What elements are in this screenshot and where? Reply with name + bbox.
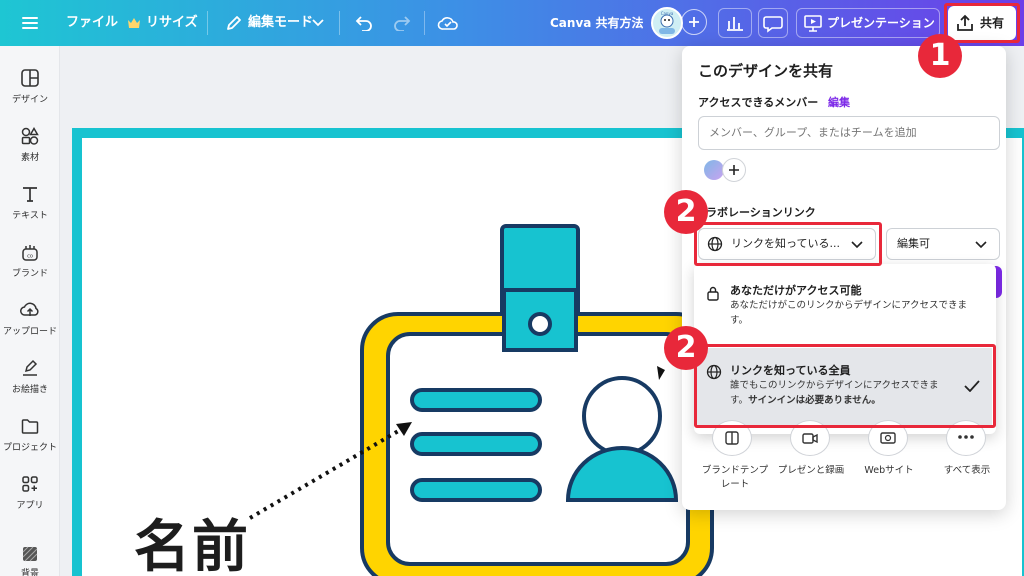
plus-icon (689, 17, 699, 27)
invite-member-input[interactable] (698, 116, 1000, 150)
file-menu[interactable]: ファイル (66, 0, 118, 46)
sidebar-item-label: 背景 (20, 569, 39, 576)
sidebar-item-apps[interactable]: アプリ (0, 470, 60, 524)
insights-button[interactable] (718, 8, 752, 38)
comments-button[interactable] (758, 8, 788, 38)
toolbar-divider (339, 11, 340, 35)
sidebar-item-elements[interactable]: 素材 (0, 122, 60, 176)
sidebar-item-draw[interactable]: お絵描き (0, 354, 60, 408)
sidebar-item-label: テキスト (12, 211, 48, 221)
lock-icon (707, 286, 719, 301)
present-button[interactable]: プレゼンテーション (796, 8, 940, 38)
callout-badge-1: 1 (918, 34, 962, 78)
crown-icon (126, 9, 142, 37)
sidebar-item-label: デザイン (11, 95, 48, 105)
comment-icon (763, 16, 783, 33)
brand-icon: co (22, 245, 38, 261)
badge-line-3 (410, 478, 542, 502)
sidebar-item-upload[interactable]: アップロード (0, 296, 60, 350)
sidebar-item-text[interactable]: テキスト (0, 180, 60, 234)
share-panel-title: このデザインを共有 (698, 62, 834, 80)
callout-badge-2: 2 (664, 190, 708, 234)
hamburger-menu-icon[interactable] (16, 9, 44, 37)
callout-box-share (944, 3, 1020, 43)
sidebar-item-background[interactable]: 背景 (0, 540, 60, 576)
user-avatar[interactable]: Canva (651, 7, 683, 39)
draw-icon (23, 359, 38, 376)
toolbar-divider (207, 11, 208, 35)
sidebar-item-label: アプリ (16, 501, 44, 511)
badge-person-head (582, 376, 662, 456)
permission-value: 編集可 (897, 237, 930, 250)
background-icon (22, 546, 38, 562)
callout-badge-2: 2 (664, 326, 708, 370)
present-icon (804, 15, 822, 32)
svg-text:co: co (27, 254, 33, 260)
apps-icon (22, 476, 38, 492)
sidebar-item-label: アップロード (2, 327, 57, 337)
toolbar-divider (424, 11, 425, 35)
bar-chart-icon (727, 17, 743, 31)
add-member-button[interactable] (681, 9, 707, 35)
video-camera-icon (802, 433, 818, 444)
plus-icon (729, 165, 739, 175)
text-icon (23, 187, 37, 202)
redo-icon[interactable] (388, 9, 416, 37)
resize-menu[interactable]: リサイズ (146, 0, 198, 46)
more-dots-icon (958, 435, 974, 439)
design-title[interactable]: Canva 共有方法 (550, 0, 644, 46)
badge-line-1 (410, 388, 542, 412)
website-icon (880, 432, 896, 444)
sidebar-item-brand[interactable]: co ブランド (0, 238, 60, 292)
edit-access-link[interactable]: 編集 (828, 94, 850, 110)
member-avatar[interactable] (704, 160, 724, 180)
name-text[interactable]: 名前 (134, 520, 250, 576)
option-description: あなただけがこのリンクからデザインにアクセスできます。 (730, 300, 968, 326)
sidebar-item-label: 素材 (20, 153, 39, 163)
sidebar-item-projects[interactable]: プロジェクト (0, 412, 60, 466)
share-option-label: すべて表示 (943, 465, 991, 476)
present-label: プレゼンテーション (827, 16, 935, 30)
avatar-text: Canva (660, 11, 674, 16)
folder-icon (21, 419, 39, 434)
cloud-saved-icon[interactable] (434, 9, 462, 37)
elements-icon (21, 127, 39, 145)
option-title: あなただけがアクセス可能 (730, 284, 862, 297)
sidebar-item-design[interactable]: デザイン (0, 64, 60, 118)
chevron-down-icon[interactable] (304, 9, 332, 37)
callout-box-anyone-option (694, 344, 996, 428)
template-icon (725, 431, 739, 445)
callout-box-link-dropdown (694, 222, 882, 266)
badge-hole (528, 312, 552, 336)
pencil-icon (220, 9, 248, 37)
add-member-small-button[interactable] (722, 158, 746, 182)
share-option-label: Webサイト (864, 465, 914, 476)
permission-dropdown[interactable]: 編集可 (886, 228, 1000, 260)
undo-icon[interactable] (350, 9, 378, 37)
share-option-label: プレゼンと録画 (777, 465, 845, 476)
design-icon (21, 69, 39, 87)
collaboration-link-label: ラボレーションリンク (706, 206, 816, 219)
badge-line-2 (410, 432, 542, 456)
sidebar-item-label: お絵描き (11, 385, 48, 395)
upload-icon (20, 302, 39, 316)
access-members-label: アクセスできるメンバー (698, 96, 819, 109)
sidebar-item-label: プロジェクト (2, 443, 57, 453)
sidebar-item-label: ブランド (11, 269, 48, 279)
share-option-label: ブランドテンプレート (701, 465, 769, 490)
chevron-down-icon (975, 241, 987, 249)
